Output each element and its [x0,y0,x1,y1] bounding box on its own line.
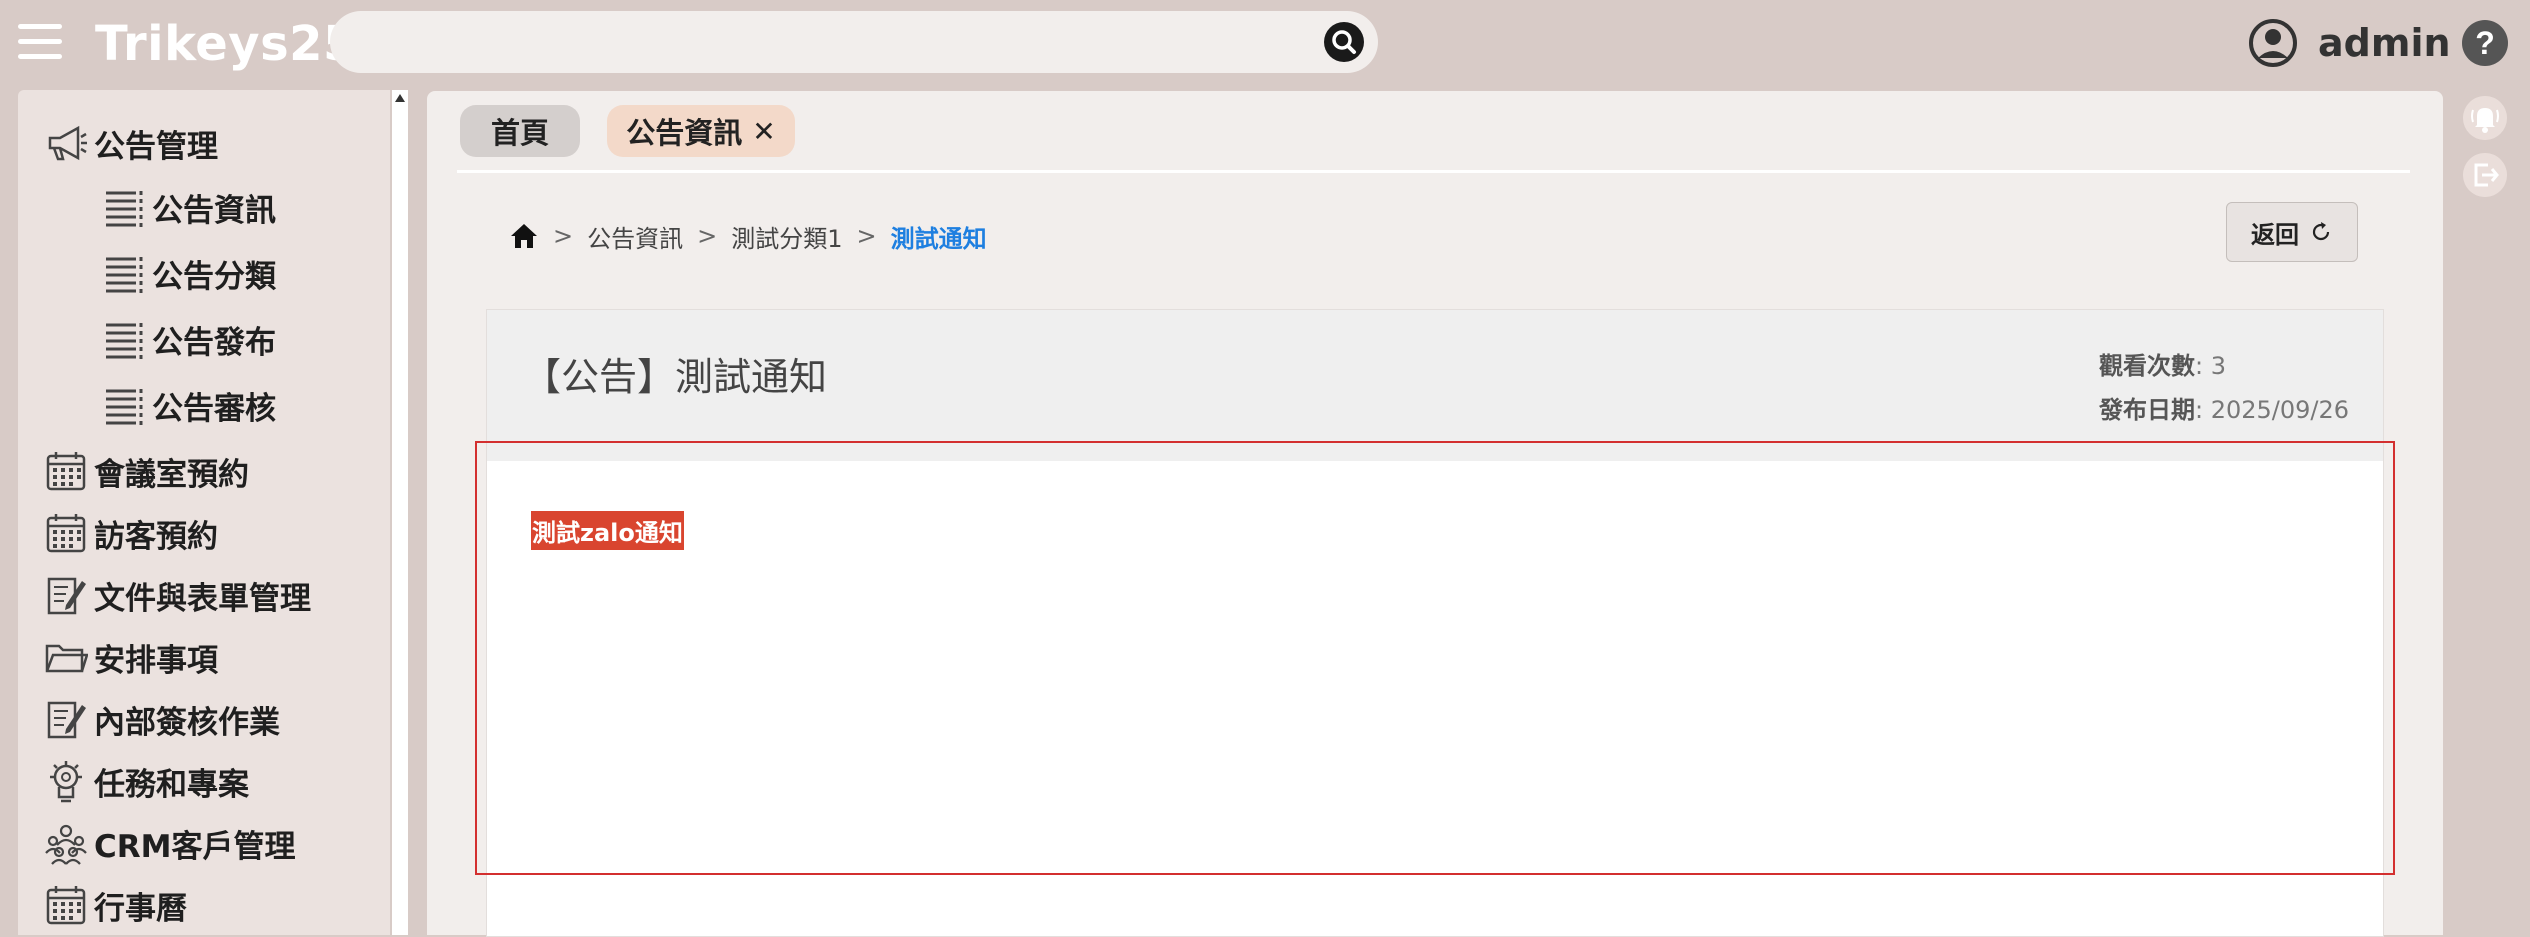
home-icon[interactable] [509,221,539,251]
announcement-body: 測試zalo通知 [487,461,2383,936]
sidebar-item-internal-signoff[interactable]: 內部簽核作業 [44,694,280,744]
sidebar-item-crm[interactable]: CRM客戶管理 [44,818,295,868]
list-icon [106,191,143,227]
calendar-icon [46,452,86,491]
sidebar-item-label: 文件與表單管理 [94,580,311,617]
sidebar-item-arrangements[interactable]: 安排事項 [44,632,218,682]
top-bar: Trikeys25 admin ? [0,0,2530,88]
user-name[interactable]: admin [2318,18,2451,68]
sidebar-item-label: 安排事項 [94,642,218,679]
megaphone-icon [48,125,87,161]
sidebar-item-label: 公告資訊 [152,192,276,229]
scroll-up-arrow-icon[interactable] [395,94,405,102]
announcement-card: 【公告】測試通知 觀看次數: 3 發布日期: 2025/09/26 測試zalo… [486,309,2384,937]
tab-home[interactable]: 首頁 [460,105,580,157]
logout-icon[interactable] [2463,153,2507,197]
publish-date-value: : 2025/09/26 [2195,396,2350,424]
sidebar-item-announcement-info[interactable]: 公告資訊 [102,182,276,232]
list-icon [106,257,143,293]
people-icon [45,824,87,865]
bell-icon[interactable] [2463,96,2507,140]
search-input[interactable] [360,21,1314,65]
breadcrumb-separator: > [697,222,718,250]
tabs-divider [457,170,2410,173]
view-count-value: : 3 [2195,352,2226,380]
brand-logo[interactable]: Trikeys25 [95,14,357,74]
sidebar-item-label: CRM客戶管理 [94,828,296,865]
sidebar-scrollbar[interactable] [392,90,408,935]
document-edit-icon [47,701,86,739]
breadcrumb-separator: > [553,222,574,250]
sidebar-item-meeting-room[interactable]: 會議室預約 [44,446,249,496]
breadcrumb-item[interactable]: 測試分類1 [731,219,842,254]
tab-label: 公告資訊 [626,116,743,150]
sidebar-item-label: 行事曆 [94,890,187,927]
tab-announcement-info[interactable]: 公告資訊 ✕ [607,105,795,157]
calendar-icon [46,886,86,925]
search-icon[interactable] [1324,22,1364,62]
sidebar-item-calendar[interactable]: 行事曆 [44,880,187,930]
list-icon [106,323,143,359]
sidebar-item-announcement-review[interactable]: 公告審核 [102,380,276,430]
main-content: 首頁 公告資訊 ✕ > 公告資訊 > 測試分類1 > 測試通知 返回 【公告】測… [427,91,2443,937]
view-count: 觀看次數: 3 [2099,346,2226,381]
sidebar: 公告管理 公告資訊 公告分類 公告發布 公告審核 會議室預約 訪客預約 文件與表… [18,90,390,935]
view-count-label: 觀看次數 [2099,352,2195,380]
back-button-label: 返回 [2251,220,2299,249]
sidebar-item-label: 公告分類 [152,258,276,295]
sidebar-item-announcement-category[interactable]: 公告分類 [102,248,276,298]
folder-icon [45,644,88,673]
back-button[interactable]: 返回 [2226,202,2358,262]
refresh-icon [2312,222,2330,241]
sidebar-item-label: 訪客預約 [94,518,218,555]
sidebar-item-tasks-projects[interactable]: 任務和專案 [44,756,249,806]
sidebar-item-label: 內部簽核作業 [94,704,280,741]
breadcrumb-item[interactable]: 公告資訊 [587,219,683,254]
sidebar-item-label: 任務和專案 [94,766,249,803]
idea-gear-icon [50,761,82,803]
sidebar-item-documents-forms[interactable]: 文件與表單管理 [44,570,311,620]
breadcrumb-separator: > [856,222,877,250]
list-icon [106,389,143,425]
announcement-header: 【公告】測試通知 觀看次數: 3 發布日期: 2025/09/26 [487,310,2383,461]
sidebar-item-label: 公告發布 [152,324,276,361]
hamburger-menu-icon[interactable] [18,24,62,60]
user-avatar-icon[interactable] [2248,18,2298,68]
announcement-content: 測試zalo通知 [531,511,684,550]
sidebar-item-label: 會議室預約 [94,456,249,493]
sidebar-item-visitor-booking[interactable]: 訪客預約 [44,508,218,558]
tab-label: 首頁 [490,116,549,150]
close-icon[interactable]: ✕ [752,115,775,148]
sidebar-item-announcement-publish[interactable]: 公告發布 [102,314,276,364]
announcement-title: 【公告】測試通知 [523,355,828,399]
sidebar-item-announcement-management[interactable]: 公告管理 [44,118,218,168]
search-bar [330,11,1378,73]
breadcrumb-current: 測試通知 [890,224,987,253]
sidebar-item-label: 公告管理 [94,128,218,165]
breadcrumb: > 公告資訊 > 測試分類1 > 測試通知 [509,215,987,257]
calendar-icon [46,514,86,553]
publish-date-label: 發布日期 [2099,396,2195,424]
publish-date: 發布日期: 2025/09/26 [2099,390,2349,425]
help-icon[interactable]: ? [2462,20,2508,66]
document-edit-icon [47,577,86,615]
sidebar-item-label: 公告審核 [152,390,276,427]
